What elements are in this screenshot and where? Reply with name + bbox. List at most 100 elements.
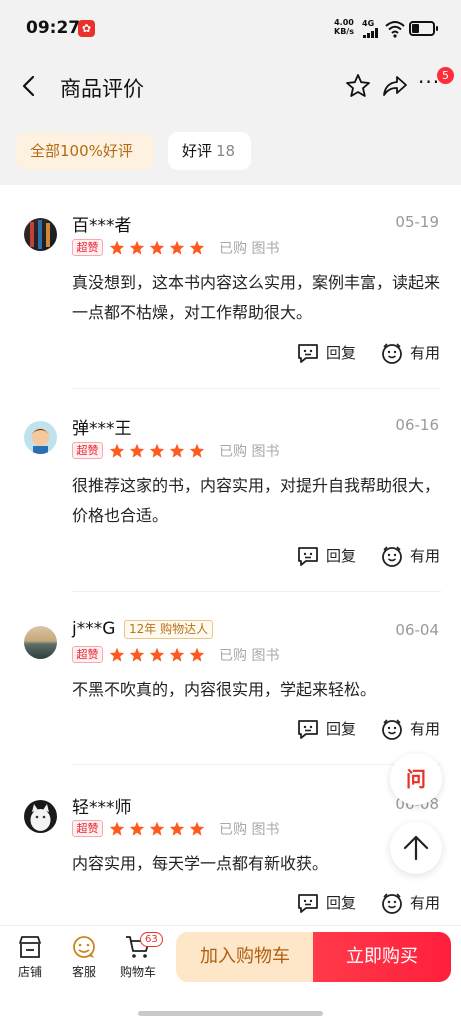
filter-good-label: 好评 [182, 142, 213, 160]
service-icon [73, 936, 95, 958]
star-filled-icon [149, 647, 165, 663]
rating-stars [109, 647, 209, 663]
signal-icon [363, 28, 381, 38]
more-badge: 5 [437, 67, 454, 84]
reply-button[interactable]: 回复 [296, 717, 358, 741]
reply-icon [298, 894, 318, 913]
star-filled-icon [169, 240, 185, 256]
battery-icon [409, 21, 438, 36]
service-label: 客服 [71, 965, 96, 979]
purchased-info: 已购 图书 [219, 648, 280, 664]
app-notification-icon: ✿ [78, 20, 95, 37]
status-time: 09:27 [26, 18, 81, 38]
useful-button[interactable]: 有用 [380, 544, 442, 568]
add-to-cart-button[interactable]: 加入购物车 [176, 932, 314, 982]
service-button[interactable]: 客服 [64, 934, 104, 984]
star-filled-icon [189, 240, 205, 256]
review-content: 内容实用，每天学一点都有新收获。 [72, 854, 329, 873]
ask-button[interactable]: 问 [390, 753, 442, 805]
reviewer-name: 轻***师 [72, 798, 132, 818]
star-filled-icon [129, 443, 145, 459]
avatar[interactable] [24, 218, 57, 251]
divider [72, 388, 441, 389]
wifi-icon [385, 21, 405, 38]
star-filled-icon [109, 821, 125, 837]
reply-label: 回复 [326, 720, 357, 738]
status-bar: 09:27 ✿ 4.00 KB/s 4G [0, 0, 461, 58]
scroll-top-button[interactable] [390, 822, 442, 874]
buy-now-button[interactable]: 立即购买 [313, 932, 451, 982]
super-like-badge: 超赞 [72, 646, 103, 663]
reply-icon [298, 344, 318, 363]
review-list[interactable]: 百***者 05-19 超赞 已购 图书 真没想到，这本书内容这么实用，案例丰富… [0, 185, 461, 925]
star-icon[interactable] [344, 72, 372, 100]
useful-button[interactable]: 有用 [380, 891, 442, 915]
super-like-badge: 超赞 [72, 442, 103, 459]
super-like-badge: 超赞 [72, 239, 103, 256]
purchased-info: 已购 图书 [219, 444, 280, 460]
cart-count-badge: 63 [140, 932, 163, 947]
star-filled-icon [189, 647, 205, 663]
rating-stars [109, 821, 209, 837]
reply-icon [298, 720, 318, 739]
useful-label: 有用 [410, 344, 441, 362]
purchased-info: 已购 图书 [219, 241, 280, 257]
net-speed: 4.00 KB/s [334, 18, 354, 36]
useful-label: 有用 [410, 547, 441, 565]
rating-stars [109, 240, 209, 256]
share-icon[interactable] [381, 72, 409, 100]
filter-all[interactable]: 全部100%好评 [16, 132, 154, 170]
back-icon[interactable] [16, 72, 44, 100]
useful-icon [382, 546, 402, 567]
star-filled-icon [169, 821, 185, 837]
filter-good[interactable]: 好评 18 [168, 132, 251, 170]
page-title: 商品评价 [60, 77, 144, 101]
super-like-badge: 超赞 [72, 820, 103, 837]
reply-label: 回复 [326, 344, 357, 362]
avatar[interactable] [24, 421, 57, 454]
reply-button[interactable]: 回复 [296, 891, 358, 915]
star-filled-icon [149, 240, 165, 256]
star-filled-icon [169, 443, 185, 459]
star-filled-icon [129, 647, 145, 663]
store-label: 店铺 [17, 965, 42, 979]
purchased-info: 已购 图书 [219, 822, 280, 838]
net-speed-unit: KB/s [334, 27, 354, 36]
star-filled-icon [189, 821, 205, 837]
useful-label: 有用 [410, 894, 441, 912]
reply-icon [298, 547, 318, 566]
reply-button[interactable]: 回复 [296, 341, 358, 365]
store-button[interactable]: 店铺 [10, 934, 50, 984]
avatar[interactable] [24, 800, 57, 833]
star-filled-icon [109, 647, 125, 663]
avatar[interactable] [24, 626, 57, 659]
useful-button[interactable]: 有用 [380, 341, 442, 365]
ask-icon: 问 [406, 767, 426, 791]
review-content: 真没想到，这本书内容这么实用，案例丰富，读起来一点都不枯燥，对工作帮助很大。 [72, 273, 441, 322]
reviewer-name: 百***者 [72, 216, 132, 236]
star-filled-icon [129, 240, 145, 256]
nav-bar: 商品评价 ··· [0, 60, 461, 114]
review-content: 很推荐这家的书，内容实用，对提升自我帮助很大，价格也合适。 [72, 476, 441, 525]
review-date: 05-19 [395, 213, 439, 231]
home-indicator[interactable] [138, 1011, 323, 1016]
useful-icon [382, 719, 402, 740]
review-date: 06-04 [395, 621, 439, 639]
useful-button[interactable]: 有用 [380, 717, 442, 741]
star-filled-icon [109, 443, 125, 459]
review-date: 06-16 [395, 416, 439, 434]
star-filled-icon [169, 647, 185, 663]
useful-label: 有用 [410, 720, 441, 738]
divider [72, 764, 441, 765]
store-icon [19, 936, 41, 958]
scroll-top-icon [403, 835, 429, 861]
useful-icon [382, 343, 402, 364]
reviewer-name: 弹***王 [72, 419, 132, 439]
net-speed-value: 4.00 [334, 18, 354, 27]
star-filled-icon [129, 821, 145, 837]
network-type: 4G [362, 19, 375, 28]
bottom-bar: 店铺 客服 购物车 63 加入购物车 立即购买 [0, 925, 461, 1024]
filter-good-count: 18 [216, 142, 236, 160]
reply-button[interactable]: 回复 [296, 544, 358, 568]
header-area: 09:27 ✿ 4.00 KB/s 4G 商品评价 ··· 5 全部100%好评… [0, 0, 461, 185]
